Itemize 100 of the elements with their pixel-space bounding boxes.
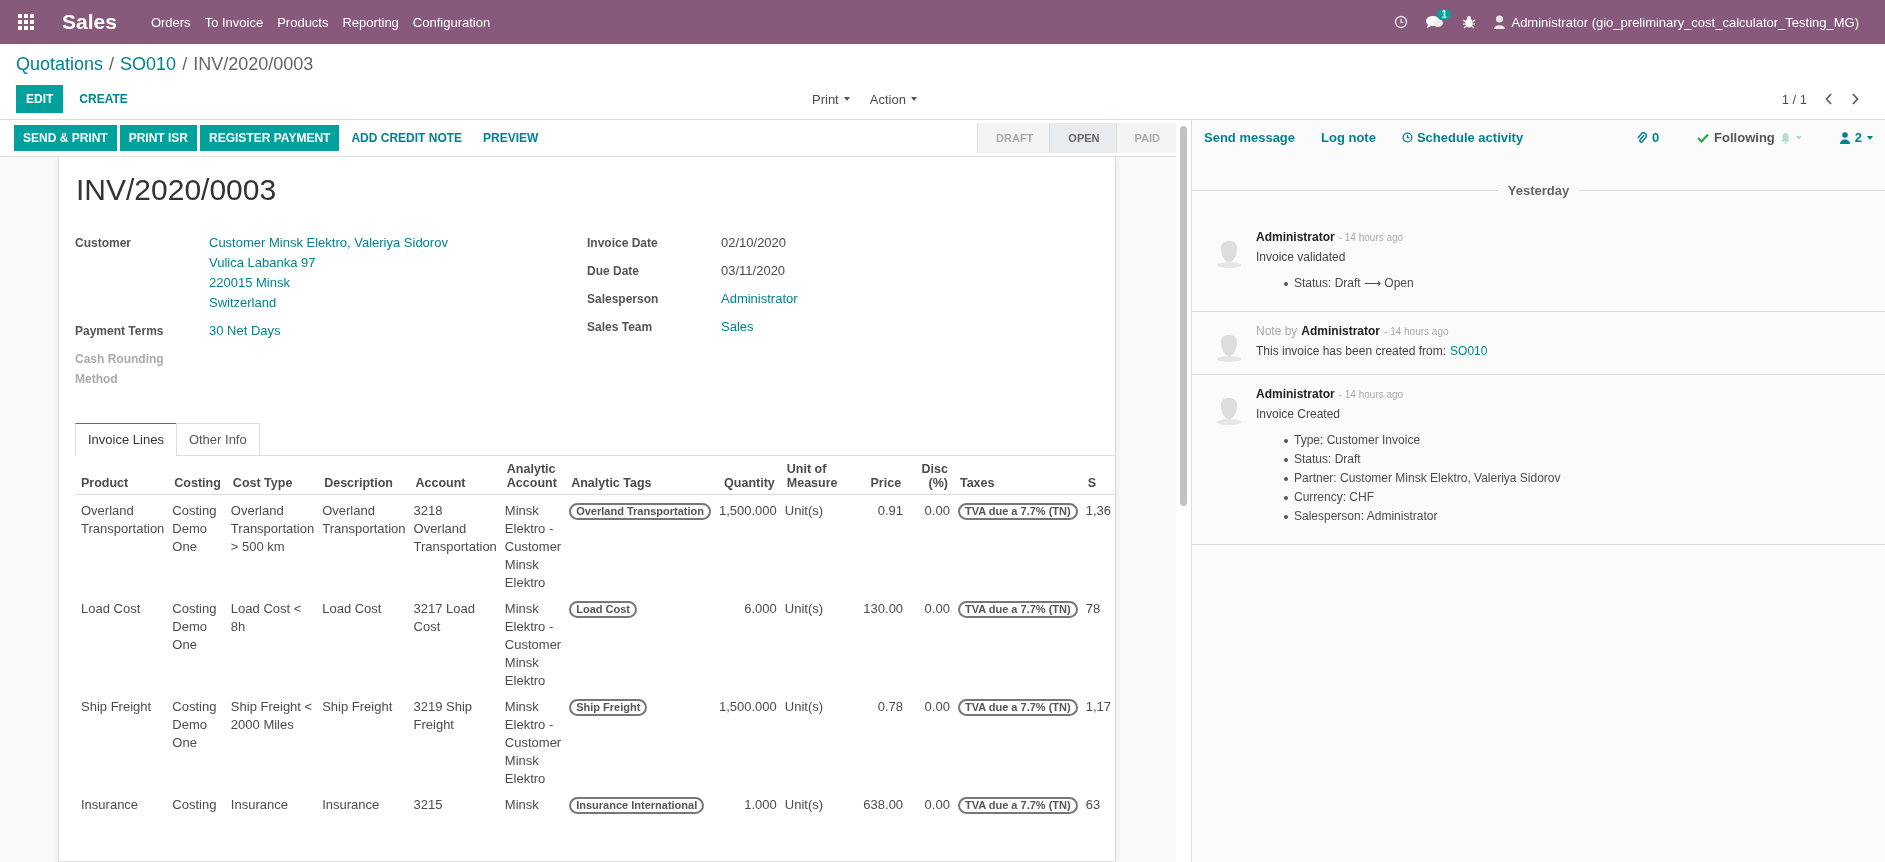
table-cell: Minsk Elektro - Customer Minsk Elektro xyxy=(504,699,562,786)
table-cell: Unit(s) xyxy=(784,503,824,518)
menu-item[interactable]: Orders xyxy=(150,14,191,30)
breadcrumb-link[interactable]: SO010 xyxy=(120,54,177,75)
header-button[interactable]: PREVIEW xyxy=(474,125,548,151)
table-cell: Minsk Elektro - Customer Minsk Elektro xyxy=(504,503,562,590)
tab[interactable]: Other Info xyxy=(175,423,260,455)
menu-item[interactable]: Configuration xyxy=(412,14,491,30)
menu-item[interactable]: Products xyxy=(277,14,329,30)
table-cell: Unit(s) xyxy=(784,797,824,812)
field-label: Cash Rounding Method xyxy=(75,351,165,388)
clock-icon[interactable] xyxy=(1394,15,1409,29)
chevron-left-icon[interactable] xyxy=(1825,93,1833,105)
dropdown-button[interactable]: Print xyxy=(806,90,856,108)
message-author[interactable]: Administrator xyxy=(1301,324,1381,338)
chatter-action[interactable]: Log note xyxy=(1321,130,1376,145)
table-cell: 3218 Overland Transportation xyxy=(413,503,497,554)
column-header[interactable]: Analytic Account xyxy=(506,462,560,490)
tracking-value: Status: Draft ⟶ Open xyxy=(1294,275,1414,292)
message-author[interactable]: Administrator xyxy=(1256,387,1335,401)
column-header[interactable]: Description xyxy=(324,476,404,490)
table-cell: Insurance xyxy=(81,797,139,812)
table-cell: Unit(s) xyxy=(784,601,824,616)
notification-badge: 1 xyxy=(1437,9,1452,20)
record-link[interactable]: SO010 xyxy=(1450,344,1488,358)
breadcrumb-separator: / xyxy=(182,54,188,75)
table-cell: 3215 xyxy=(413,797,443,812)
message-author[interactable]: Administrator xyxy=(1256,230,1335,244)
header-button[interactable]: ADD CREDIT NOTE xyxy=(342,125,472,151)
bug-icon[interactable] xyxy=(1462,15,1477,29)
table-cell: Overland Transportation > 500 km xyxy=(230,503,315,554)
tag: Insurance International xyxy=(569,797,705,814)
table-cell: 1,36 xyxy=(1085,503,1111,518)
message-time: - 14 hours ago xyxy=(1338,232,1404,243)
table-cell: Ship Freight < 2000 Miles xyxy=(230,699,313,732)
table-cell: Overland Transportation xyxy=(81,503,165,536)
field-label: Customer xyxy=(75,235,132,252)
table-cell: Ship Freight xyxy=(81,699,152,714)
menu-item[interactable]: To Invoice xyxy=(204,14,264,30)
field-value[interactable]: Switzerland xyxy=(209,293,448,313)
message-body: Invoice Created xyxy=(1256,407,1341,421)
table-cell: 1,500.000 xyxy=(718,699,777,714)
dropdown-button[interactable]: Action xyxy=(863,90,923,108)
field-value[interactable]: Vulica Labanka 97 xyxy=(209,253,448,273)
column-header[interactable]: Taxes xyxy=(959,476,1076,490)
scrollbar[interactable] xyxy=(1180,126,1187,506)
field-value[interactable]: 220015 Minsk xyxy=(209,273,448,293)
apps-grid-icon[interactable] xyxy=(18,14,34,30)
tracking-value: Status: Draft xyxy=(1294,451,1361,468)
column-header[interactable]: Analytic Tags xyxy=(571,476,709,490)
header-button[interactable]: REGISTER PAYMENT xyxy=(200,125,340,151)
field-value[interactable]: Customer Minsk Elektro, Valeriya Sidorov xyxy=(209,233,448,253)
column-header[interactable]: Disc (%) xyxy=(913,462,948,490)
breadcrumb-link[interactable]: Quotations xyxy=(16,54,104,75)
user-menu[interactable]: Administrator (gio_preliminary_cost_calculator_Testing_MG) xyxy=(1511,14,1859,30)
field-label: Payment Terms xyxy=(75,323,165,340)
field-value: 02/10/2020 xyxy=(721,234,787,252)
field-value[interactable]: Administrator xyxy=(721,289,798,309)
caret-icon[interactable] xyxy=(1867,135,1873,140)
column-header[interactable]: Cost Type xyxy=(232,476,313,490)
header-button[interactable]: SEND & PRINT xyxy=(14,125,117,151)
field-value[interactable]: Sales xyxy=(721,317,754,337)
chevron-right-icon[interactable] xyxy=(1851,93,1859,105)
column-header[interactable]: Account xyxy=(415,476,495,490)
tag: Overland Transportation xyxy=(569,503,711,520)
following-button[interactable]: Following xyxy=(1714,130,1775,145)
field-value[interactable]: 30 Net Days xyxy=(209,321,281,341)
toolbar-button[interactable]: EDIT xyxy=(16,85,64,113)
attachment-count[interactable]: 0 xyxy=(1651,130,1660,145)
table-cell: Load Cost xyxy=(322,601,382,616)
note-prefix: Note by xyxy=(1256,324,1298,338)
user-icon xyxy=(1839,131,1850,144)
menu-item[interactable]: Reporting xyxy=(342,14,399,30)
paperclip-icon[interactable] xyxy=(1636,131,1647,144)
followers-count[interactable]: 2 xyxy=(1854,130,1862,145)
column-header[interactable]: Product xyxy=(81,476,163,490)
tracking-value: Type: Customer Invoice xyxy=(1294,432,1421,449)
app-name[interactable]: Sales xyxy=(62,10,117,34)
pager-value: 1 / 1 xyxy=(1781,91,1807,107)
table-cell: Load Cost < 8h xyxy=(230,601,302,634)
toolbar-button[interactable]: CREATE xyxy=(69,85,138,113)
tag: TVA due a 7.7% (TN) xyxy=(957,797,1078,814)
chatter-action[interactable]: Schedule activity xyxy=(1401,130,1524,145)
message-body: This invoice has been created from: xyxy=(1256,344,1447,358)
table-cell: Load Cost xyxy=(81,601,141,616)
column-header[interactable]: S xyxy=(1087,476,1109,490)
header-button[interactable]: PRINT ISR xyxy=(119,125,198,151)
table-cell: 1,17 xyxy=(1085,699,1111,714)
column-header[interactable]: Quantity xyxy=(720,476,775,490)
table-cell: Costing xyxy=(172,797,217,812)
table-cell: 0.00 xyxy=(924,601,950,616)
column-header[interactable]: Costing xyxy=(174,476,221,490)
chatter-action[interactable]: Send message xyxy=(1204,130,1296,145)
breadcrumb-separator: / xyxy=(109,54,115,75)
column-header[interactable]: Unit of Measure xyxy=(786,462,854,490)
tab[interactable]: Invoice Lines xyxy=(75,423,177,456)
table-cell: 1,500.000 xyxy=(718,503,777,518)
message-time: - 14 hours ago xyxy=(1384,326,1449,337)
column-header[interactable]: Price xyxy=(865,476,902,490)
status-step[interactable]: OPEN xyxy=(1049,123,1116,153)
